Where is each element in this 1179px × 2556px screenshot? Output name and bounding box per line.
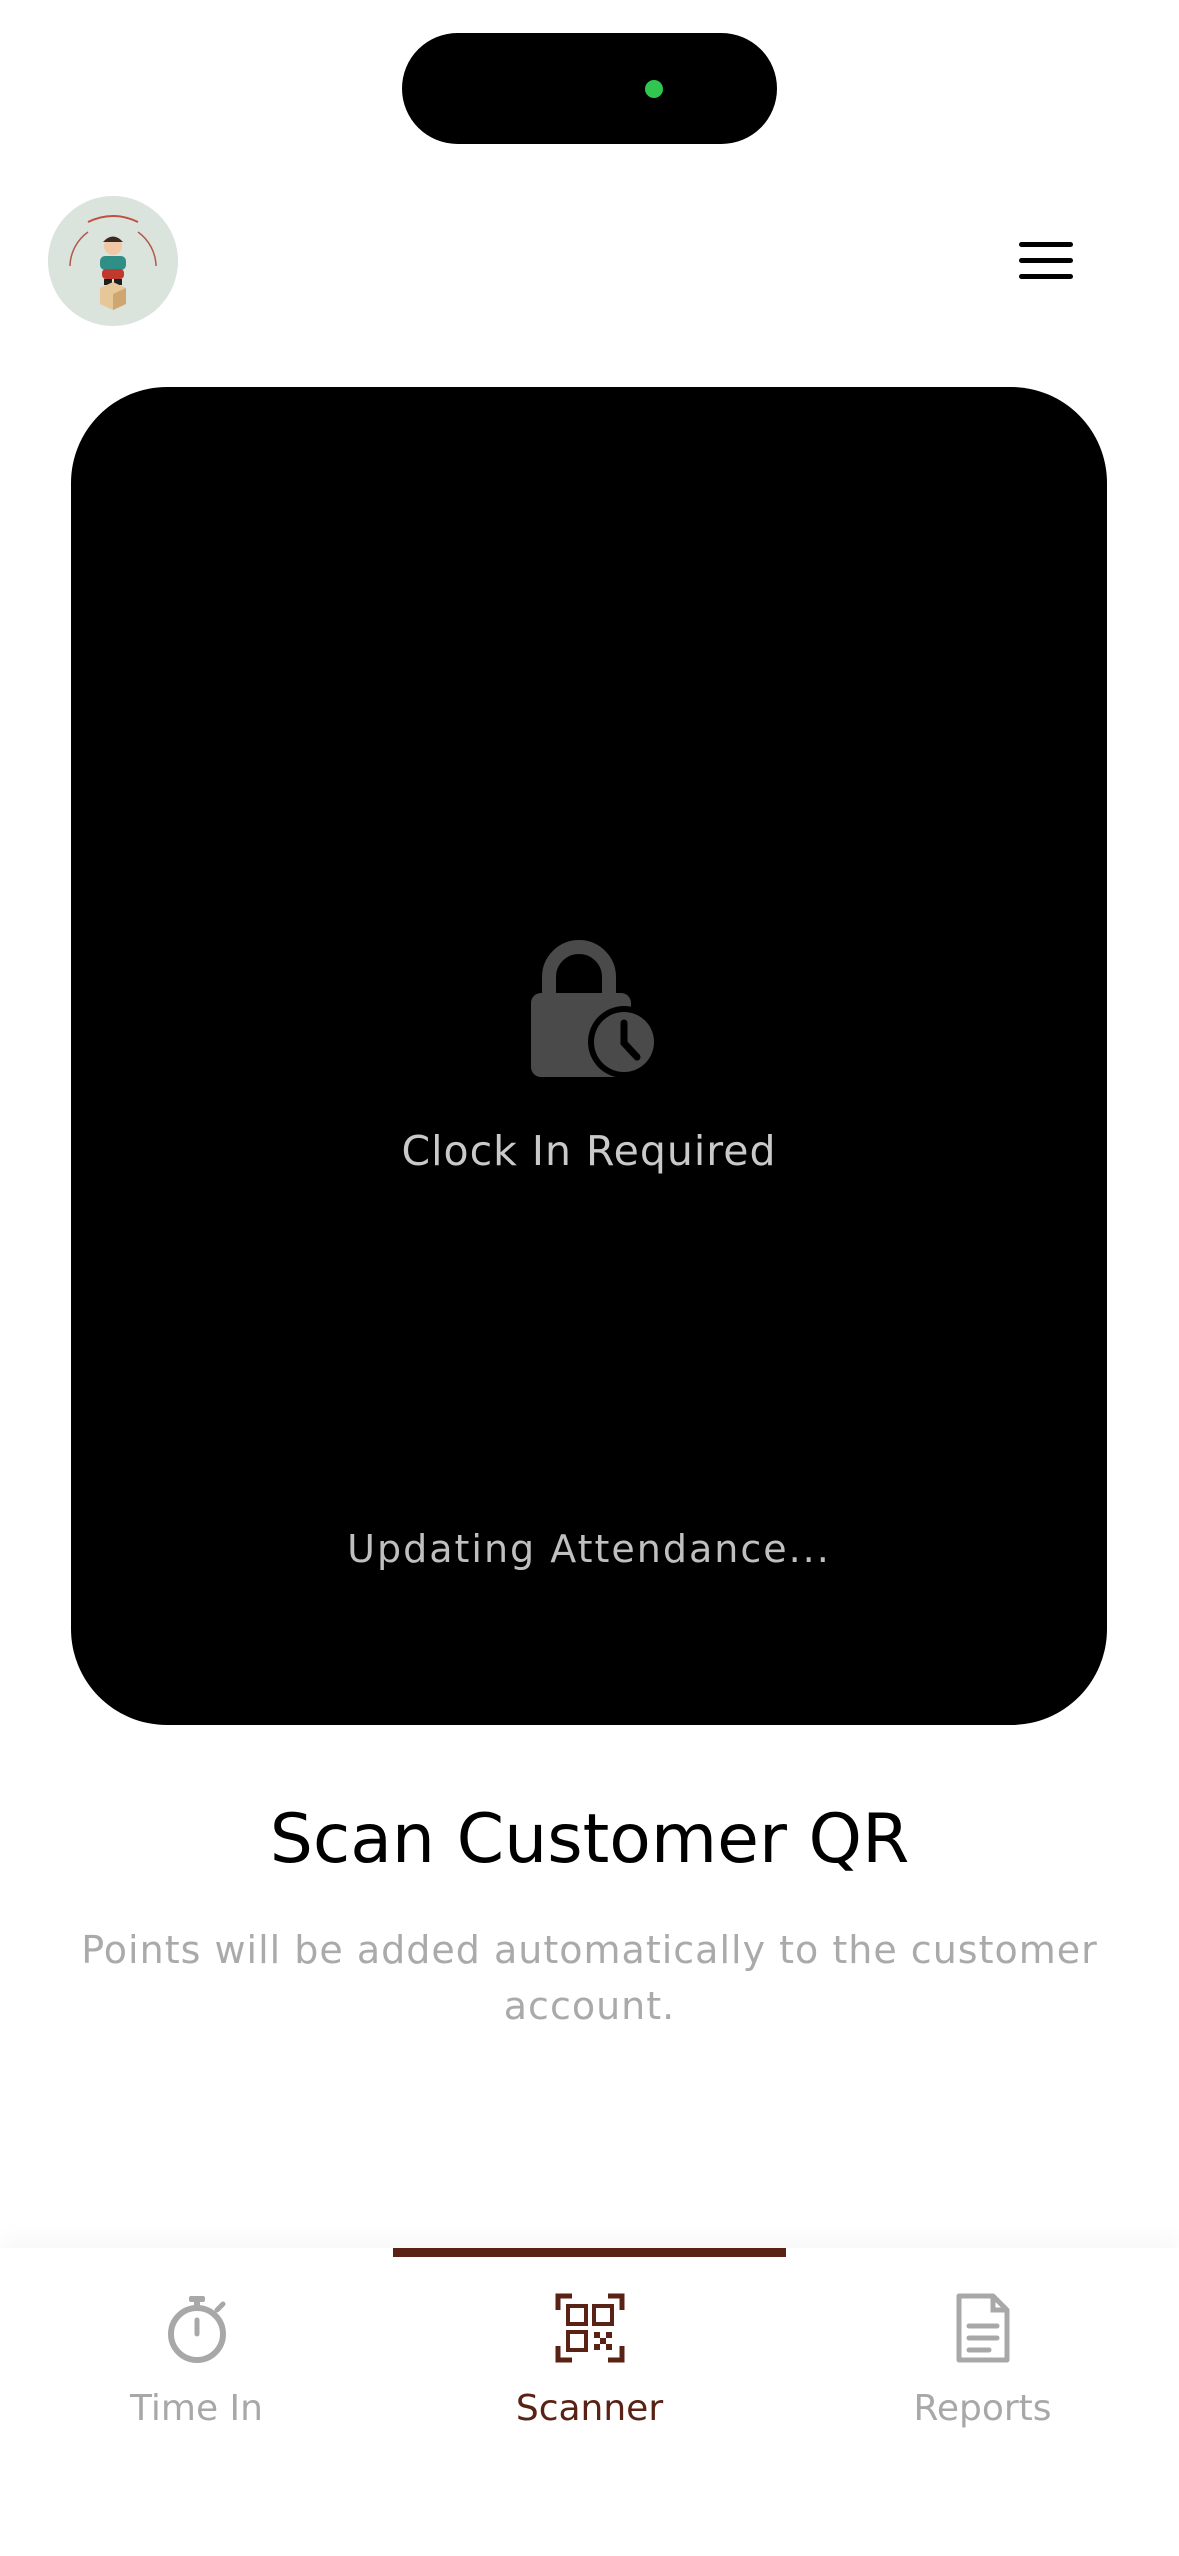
camera-indicator-dot [645,80,663,98]
bottom-navigation: Time In Scanner Reports [0,2248,1179,2556]
active-tab-indicator [393,2248,786,2257]
clock-in-required-label: Clock In Required [401,1127,777,1175]
lock-clock-icon [531,940,660,1078]
qr-scanner-viewport[interactable]: Clock In Required Updating Attendance... [71,387,1107,1725]
nav-item-time-in[interactable]: Time In [0,2248,393,2478]
nav-label-reports: Reports [913,2388,1052,2429]
logo-illustration [48,196,178,326]
dynamic-island [402,33,777,144]
menu-line [1019,274,1073,279]
stopwatch-icon [168,2296,226,2363]
page-subtitle: Points will be added automatically to th… [81,1928,1098,2028]
hamburger-menu-icon[interactable] [1012,236,1080,286]
brand-logo[interactable] [48,196,178,326]
app-screen: Clock In Required Updating Attendance...… [0,0,1179,2556]
document-icon [956,2293,1010,2363]
attendance-status-text: Updating Attendance... [347,1527,831,1571]
page-title: Scan Customer QR [269,1800,910,1879]
qr-code-icon [555,2293,625,2363]
nav-item-scanner[interactable]: Scanner [393,2248,786,2478]
nav-label-time-in: Time In [130,2388,263,2429]
menu-line [1019,242,1073,247]
nav-label-scanner: Scanner [515,2388,664,2429]
nav-item-reports[interactable]: Reports [786,2248,1179,2478]
menu-line [1019,258,1073,263]
